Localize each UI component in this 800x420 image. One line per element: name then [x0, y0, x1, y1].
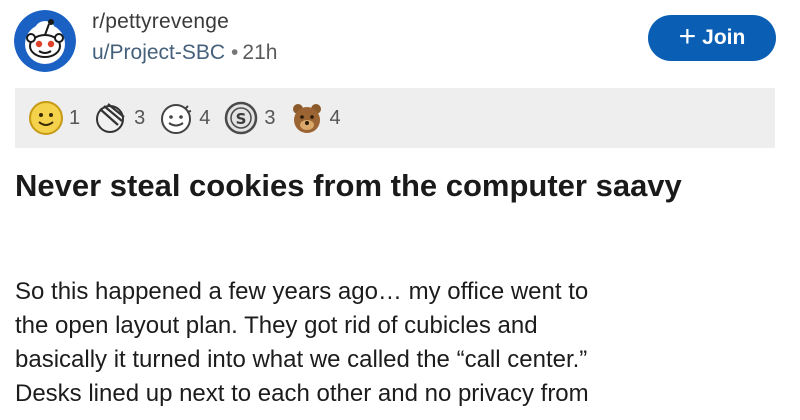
award-count: 4: [199, 106, 211, 129]
bear-award-icon: [292, 104, 321, 133]
award-item[interactable]: 3: [92, 99, 145, 137]
body-line: So this happened a few years ago… my off…: [15, 278, 589, 305]
author-link[interactable]: u/Project-SBC: [92, 41, 225, 64]
post-view: r/pettyrevenge u/Project-SBC • 21h + Join …: [0, 0, 800, 420]
post-meta: u/Project-SBC • 21h: [92, 41, 277, 65]
subreddit-avatar[interactable]: [14, 10, 76, 72]
svg-text:S: S: [236, 110, 247, 128]
award-item[interactable]: S 3: [222, 99, 276, 137]
body-line: the open layout plan. They got rid of cu…: [15, 312, 538, 339]
join-button[interactable]: + Join: [648, 15, 776, 61]
awards-bar[interactable]: 1 3 4 S 3 4: [15, 88, 775, 148]
award-count: 1: [69, 106, 81, 129]
award-item[interactable]: 1: [27, 99, 80, 137]
facepalm-award-icon: [96, 103, 125, 133]
meta-separator: •: [231, 41, 239, 64]
silver-award-icon: S: [225, 101, 258, 135]
award-item[interactable]: 4: [288, 99, 341, 137]
award-count: 3: [134, 106, 146, 129]
body-line: Desks lined up next to each other and no…: [15, 380, 589, 407]
post-body: So this happened a few years ago… my off…: [15, 275, 785, 411]
snoo-avatar-icon: [14, 10, 76, 72]
award-item[interactable]: 4: [157, 99, 210, 137]
plus-icon: +: [678, 19, 697, 53]
body-line: basically it turned into what we called …: [15, 346, 588, 373]
helpful-award-icon: [29, 101, 63, 135]
join-label: Join: [702, 26, 746, 49]
post-age: 21h: [242, 41, 278, 64]
subreddit-name[interactable]: r/pettyrevenge: [92, 10, 229, 34]
post-title: Never steal cookies from the computer sa…: [15, 168, 682, 203]
award-count: 3: [264, 106, 276, 129]
award-count: 4: [329, 106, 341, 129]
wholesome-award-icon: [161, 104, 192, 134]
